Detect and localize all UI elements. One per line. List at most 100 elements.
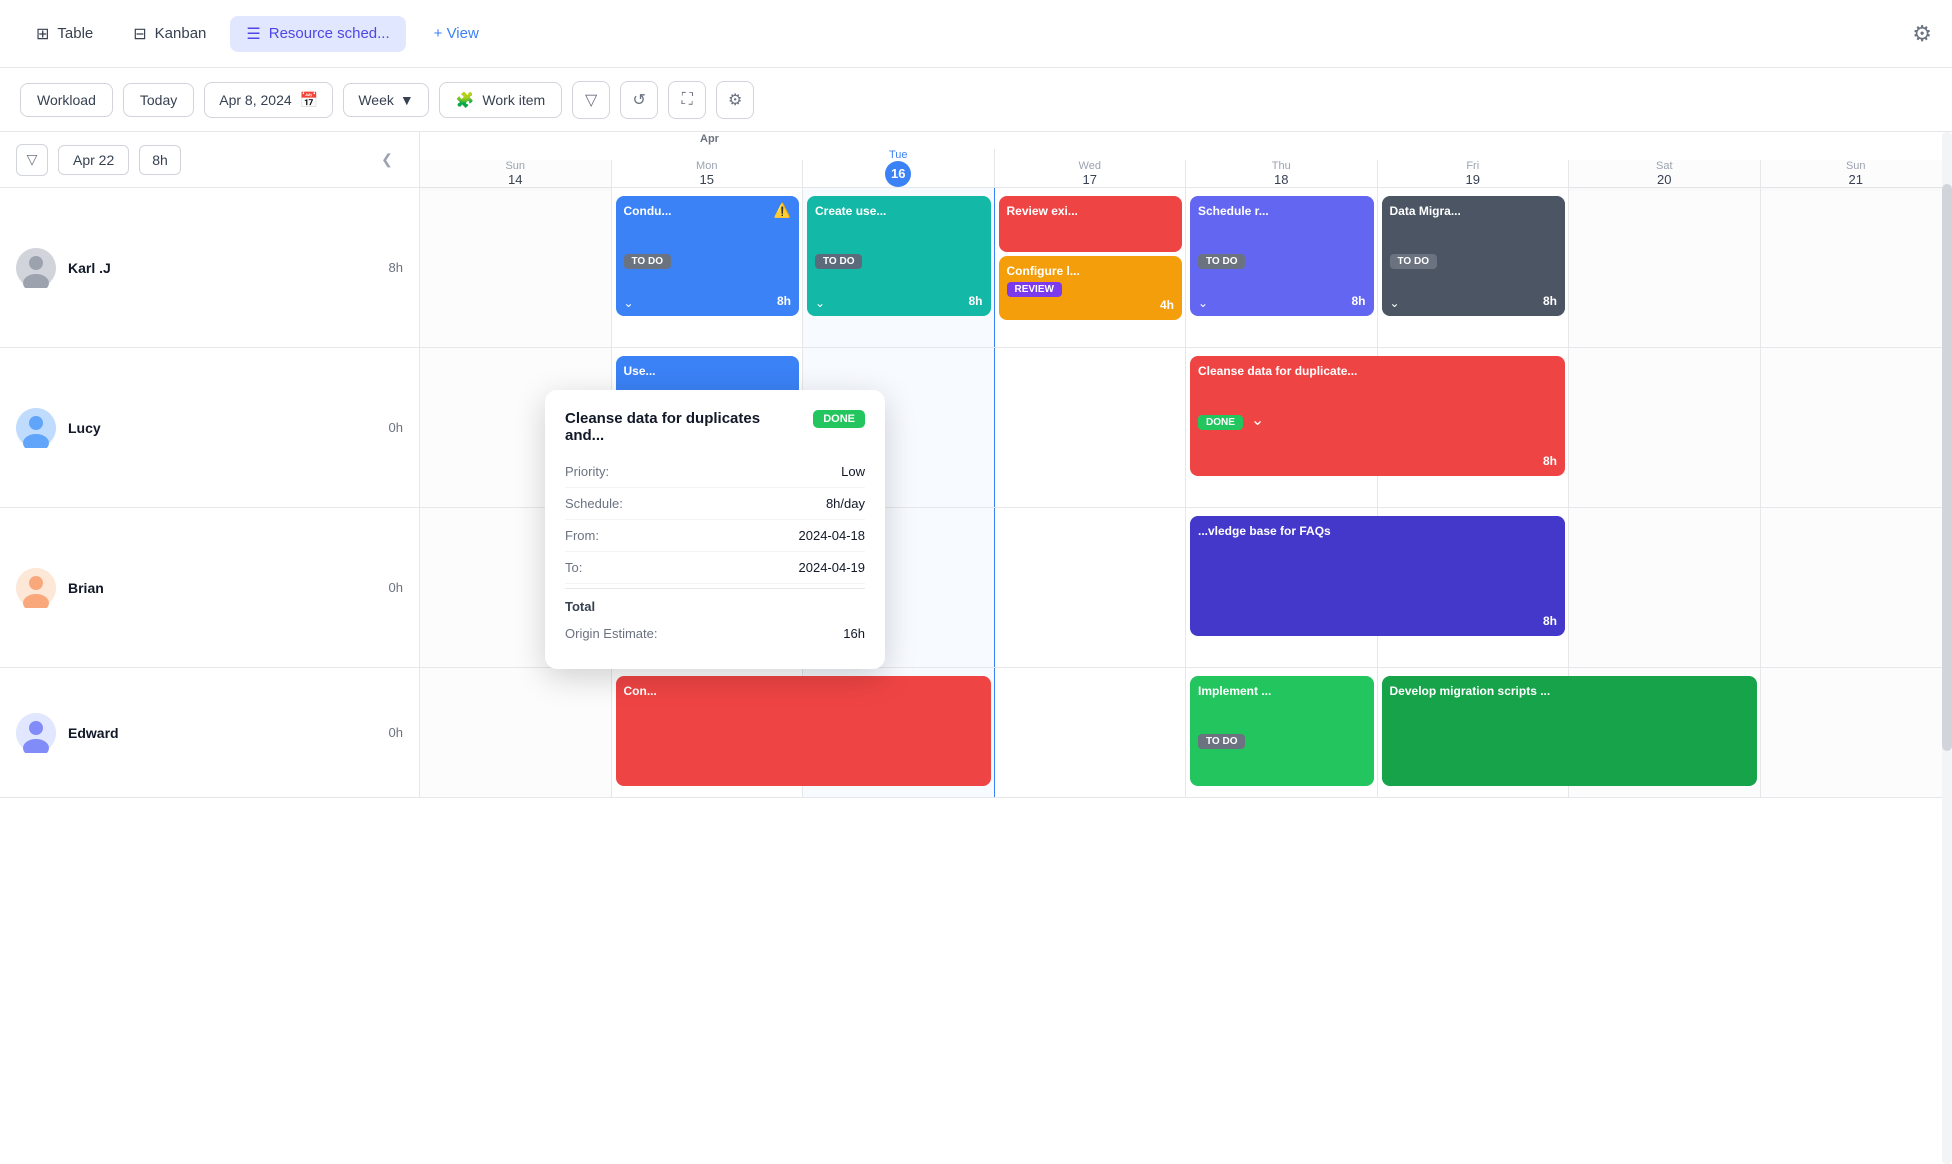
tooltip-title: Cleanse data for duplicates and... bbox=[565, 410, 801, 444]
main-content: ▽ Apr 22 8h ❮ Apr Sun 14 Mon 1 bbox=[0, 132, 1952, 1164]
priority-label: Priority: bbox=[565, 464, 609, 479]
task-title: Implement ... bbox=[1198, 684, 1366, 698]
chevron-down-icon: ⌄ bbox=[1198, 296, 1208, 310]
expand-button[interactable]: ⛶ bbox=[668, 81, 706, 119]
day-col-sat20: Sat 20 bbox=[1569, 160, 1761, 191]
scrollbar-thumb[interactable] bbox=[1942, 184, 1952, 752]
day-col-thu18: Thu 18 bbox=[1186, 160, 1378, 191]
day-col-mon15: Mon 15 bbox=[612, 160, 804, 191]
origin-estimate-label: Origin Estimate: bbox=[565, 626, 657, 641]
task-card-cleanse[interactable]: Cleanse data for duplicate... DONE ⌄ 8h bbox=[1190, 356, 1565, 476]
scrollbar-track[interactable] bbox=[1942, 132, 1952, 1164]
task-title: Cleanse data for duplicate... bbox=[1198, 364, 1557, 378]
timeline-col-sat20 bbox=[1569, 508, 1761, 667]
task-title: ...vledge base for FAQs bbox=[1198, 524, 1557, 538]
collapse-button[interactable]: ❮ bbox=[371, 144, 403, 176]
day-col-tue16: Tue 16 bbox=[803, 149, 995, 191]
workload-label: Workload bbox=[37, 92, 96, 108]
day-col-fri19: Fri 19 bbox=[1378, 160, 1570, 191]
calendar-icon: 📅 bbox=[300, 91, 319, 109]
task-hours: 8h bbox=[1543, 614, 1557, 628]
task-title: Review exi... bbox=[1007, 204, 1175, 218]
add-view-label: + View bbox=[434, 25, 479, 42]
task-card-develop-migration[interactable]: Develop migration scripts ... bbox=[1382, 676, 1757, 786]
person-info-lucy: Lucy 0h bbox=[0, 348, 420, 507]
header-filter-button[interactable]: ▽ bbox=[16, 144, 48, 176]
resource-icon: ☰ bbox=[246, 24, 260, 44]
task-hours: 8h bbox=[968, 294, 982, 308]
tooltip-origin-estimate-row: Origin Estimate: 16h bbox=[565, 618, 865, 649]
schedule-label: Schedule: bbox=[565, 496, 623, 511]
timeline-col-wed17 bbox=[995, 668, 1187, 797]
task-status-badge: TO DO bbox=[624, 254, 671, 269]
tab-kanban[interactable]: ⊟ Kanban bbox=[117, 16, 222, 52]
person-hours-karl: 8h bbox=[389, 260, 403, 275]
task-title: Schedule r... bbox=[1198, 204, 1366, 218]
from-label: From: bbox=[565, 528, 599, 543]
person-name-brian: Brian bbox=[68, 580, 377, 596]
timeline-col-sun14 bbox=[420, 188, 612, 347]
task-title: Create use... bbox=[815, 204, 983, 218]
tab-resource-label: Resource sched... bbox=[269, 25, 390, 42]
avatar-lucy bbox=[16, 408, 56, 448]
task-hours: 8h bbox=[777, 294, 791, 308]
task-card-implement[interactable]: Implement ... TO DO bbox=[1190, 676, 1374, 786]
content-area: Karl .J 8h Condu... ⚠️ TO DO bbox=[0, 188, 1952, 1164]
task-hours: 8h bbox=[1351, 294, 1365, 308]
person-hours-lucy: 0h bbox=[389, 420, 403, 435]
task-card-configure[interactable]: Configure l... REVIEW 4h bbox=[999, 256, 1183, 320]
date-picker[interactable]: Apr 8, 2024 📅 bbox=[204, 82, 333, 118]
person-hours-brian: 0h bbox=[389, 580, 403, 595]
task-card-schedule[interactable]: Schedule r... TO DO ⌄ 8h bbox=[1190, 196, 1374, 316]
timeline-col-sat20 bbox=[1569, 348, 1761, 507]
date-label: Apr 8, 2024 bbox=[219, 92, 291, 108]
task-card-knowledge-base[interactable]: ...vledge base for FAQs 8h bbox=[1190, 516, 1565, 636]
person-info-brian: Brian 0h bbox=[0, 508, 420, 667]
priority-value: Low bbox=[841, 464, 865, 479]
tooltip-popup: Cleanse data for duplicates and... DONE … bbox=[545, 390, 885, 669]
warning-icon: ⚠️ bbox=[774, 202, 791, 219]
expand-icon: ⛶ bbox=[682, 91, 693, 109]
timeline-col-sun21 bbox=[1761, 508, 1952, 667]
origin-estimate-value: 16h bbox=[843, 626, 865, 641]
tab-resource[interactable]: ☰ Resource sched... bbox=[230, 16, 405, 52]
today-button[interactable]: Today bbox=[123, 83, 194, 117]
refresh-button[interactable]: ↺ bbox=[620, 81, 658, 119]
task-card-create-use[interactable]: Create use... TO DO ⌄ 8h bbox=[807, 196, 991, 316]
add-view-button[interactable]: + View bbox=[418, 17, 495, 50]
work-item-button[interactable]: 🧩 Work item bbox=[439, 82, 562, 118]
task-card-review-exi[interactable]: Review exi... bbox=[999, 196, 1183, 252]
week-selector[interactable]: Week ▼ bbox=[343, 83, 428, 117]
timeline-col-wed17 bbox=[995, 508, 1187, 667]
sliders-icon: ⚙ bbox=[728, 90, 742, 110]
filter-button[interactable]: ▽ bbox=[572, 81, 610, 119]
month-label: Apr bbox=[420, 129, 1952, 149]
task-title: Condu... bbox=[624, 204, 792, 218]
settings-icon[interactable]: ⚙ bbox=[1912, 21, 1932, 47]
chevron-down-icon: ⌄ bbox=[815, 296, 825, 310]
task-hours: 8h bbox=[1543, 294, 1557, 308]
task-title: Con... bbox=[624, 684, 983, 698]
filter-icon: ▽ bbox=[27, 151, 38, 168]
workitem-label: Work item bbox=[482, 92, 545, 108]
task-card-con[interactable]: Con... bbox=[616, 676, 991, 786]
header-left-panel: ▽ Apr 22 8h ❮ bbox=[0, 132, 420, 187]
person-row-brian: Brian 0h Cus... DO ☰ bbox=[0, 508, 1952, 668]
person-hours-edward: 0h bbox=[389, 725, 403, 740]
task-status-badge: TO DO bbox=[1390, 254, 1437, 269]
table-icon: ⊞ bbox=[36, 24, 49, 44]
task-card-data-migra[interactable]: Data Migra... TO DO ⌄ 8h bbox=[1382, 196, 1566, 316]
chevron-down-icon: ⌄ bbox=[624, 296, 634, 310]
tab-table[interactable]: ⊞ Table bbox=[20, 16, 109, 52]
workload-button[interactable]: Workload bbox=[20, 83, 113, 117]
chevron-down-icon: ▼ bbox=[400, 92, 414, 108]
person-row-edward: Edward 0h Con... Implement ... bbox=[0, 668, 1952, 798]
header-date-badge: Apr 22 bbox=[58, 145, 129, 175]
adjust-button[interactable]: ⚙ bbox=[716, 81, 754, 119]
task-status-badge: TO DO bbox=[1198, 734, 1245, 749]
person-row-lucy: Lucy 0h Use... DO ⌄ bbox=[0, 348, 1952, 508]
task-title: Data Migra... bbox=[1390, 204, 1558, 218]
chevron-down-icon[interactable]: ⌄ bbox=[1251, 410, 1264, 430]
task-card-condu[interactable]: Condu... ⚠️ TO DO ⌄ 8h bbox=[616, 196, 800, 316]
tooltip-status-badge: DONE bbox=[813, 410, 865, 428]
